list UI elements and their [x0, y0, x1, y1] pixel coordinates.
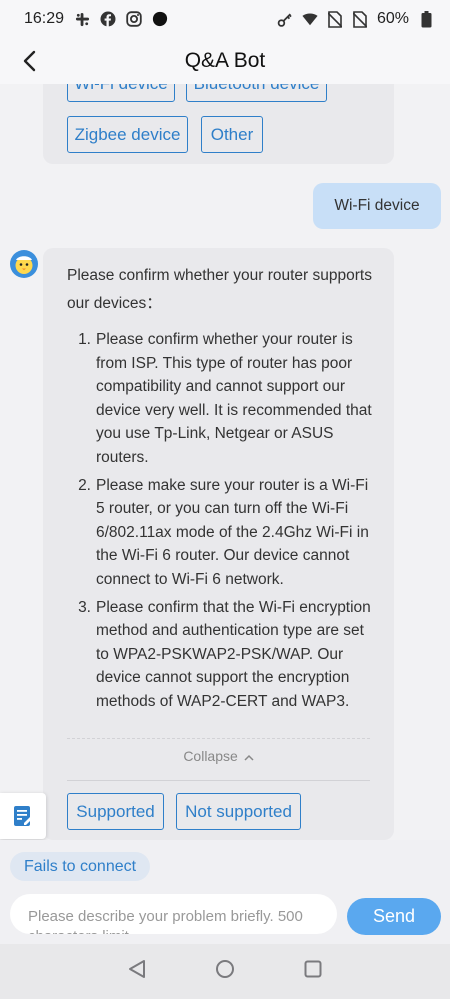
list-item: 2. Please make sure your router is a Wi-… — [67, 474, 377, 592]
divider — [67, 780, 370, 781]
user-message-bubble: Wi-Fi device — [313, 183, 441, 229]
bot-options-bubble: Wi-Fi device Bluetooth device Zigbee dev… — [43, 84, 394, 164]
facebook-icon — [100, 11, 116, 27]
bot-message-intro: Please confirm whether your router suppo… — [67, 267, 372, 312]
no-sim-icon — [327, 10, 343, 28]
nav-recents-icon[interactable] — [303, 959, 323, 984]
bot-message-list: 1. Please confirm whether your router is… — [67, 328, 377, 718]
battery-percent: 60% — [376, 10, 409, 27]
option-bluetooth-device[interactable]: Bluetooth device — [186, 84, 327, 102]
status-time: 16:29 — [24, 10, 65, 27]
list-item-number: 2. — [78, 476, 91, 494]
status-bar: 16:29 60% — [0, 0, 450, 38]
bottom-input-area: Fails to connect Please describe your pr… — [0, 840, 450, 944]
battery-icon — [418, 10, 434, 27]
nav-back-icon[interactable] — [127, 959, 147, 984]
back-button[interactable] — [14, 46, 44, 76]
problem-input[interactable]: Please describe your problem briefly. 50… — [10, 894, 337, 934]
header-bar: Q&A Bot — [0, 38, 450, 84]
list-item-text: Please make sure your router is a Wi-Fi … — [96, 476, 369, 588]
note-edit-icon — [14, 806, 32, 826]
quick-reply-fails-to-connect[interactable]: Fails to connect — [10, 852, 151, 881]
nav-home-icon[interactable] — [215, 959, 235, 984]
key-icon — [277, 11, 293, 27]
chat-area[interactable]: Wi-Fi device Bluetooth device Zigbee dev… — [0, 84, 450, 840]
dashed-divider — [67, 738, 370, 739]
send-button[interactable]: Send — [347, 898, 441, 935]
option-other[interactable]: Other — [201, 116, 263, 153]
collapse-label: Collapse — [183, 748, 238, 764]
back-arrow-icon — [23, 50, 36, 72]
wifi-icon — [302, 11, 318, 27]
option-zigbee-device[interactable]: Zigbee device — [67, 116, 188, 153]
instagram-icon — [126, 11, 142, 27]
collapse-button[interactable]: Collapse — [43, 748, 394, 764]
chevron-up-icon — [244, 754, 254, 761]
list-item: 1. Please confirm whether your router is… — [67, 328, 377, 470]
app-blob-icon — [152, 11, 168, 27]
slack-icon — [74, 11, 90, 27]
feedback-float-button[interactable] — [0, 793, 46, 839]
list-item-text: Please confirm that the Wi-Fi encryption… — [96, 598, 371, 710]
list-item: 3. Please confirm that the Wi-Fi encrypt… — [67, 596, 377, 714]
page-title: Q&A Bot — [184, 49, 266, 72]
supported-button[interactable]: Supported — [67, 793, 164, 830]
system-nav-bar — [0, 944, 450, 999]
no-sim-icon — [352, 10, 368, 28]
bot-avatar-icon — [10, 250, 38, 278]
bot-message-bubble: Please confirm whether your router suppo… — [43, 248, 394, 840]
option-wifi-device[interactable]: Wi-Fi device — [67, 84, 175, 102]
list-item-text: Please confirm whether your router is fr… — [96, 331, 372, 466]
list-item-number: 3. — [78, 598, 91, 616]
not-supported-button[interactable]: Not supported — [176, 793, 301, 830]
list-item-number: 1. — [78, 331, 91, 348]
